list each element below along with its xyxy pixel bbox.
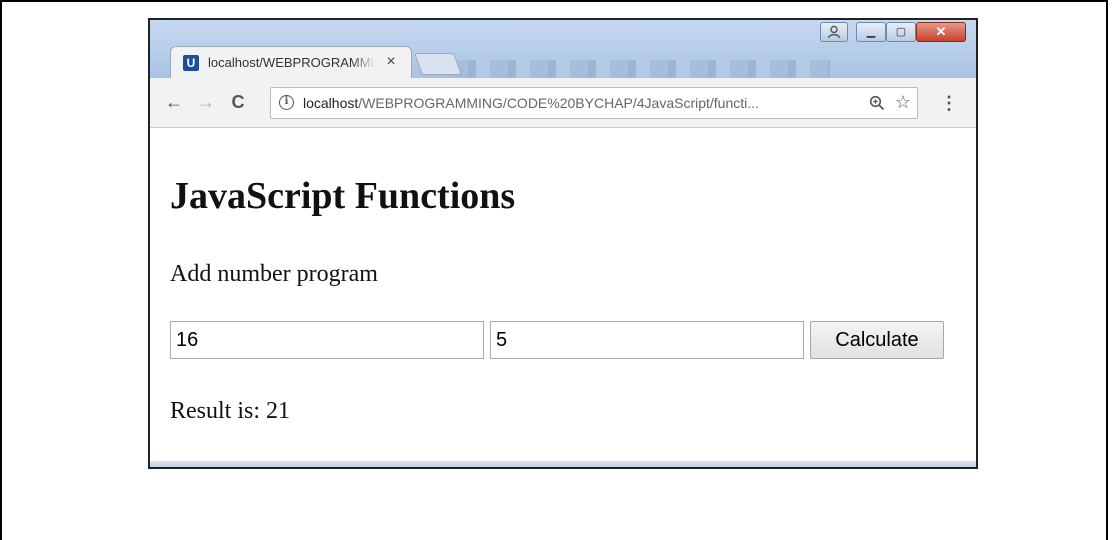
result-label: Result is: — [170, 398, 261, 424]
calculate-button[interactable]: Calculate — [810, 321, 944, 359]
browser-tab[interactable]: U localhost/WEBPROGRAMMING × — [170, 46, 412, 78]
favicon-icon: U — [183, 55, 199, 71]
minimize-icon[interactable]: ▁ — [856, 22, 886, 42]
title-bar: U localhost/WEBPROGRAMMING × ▁ ▢ ✕ — [150, 20, 976, 78]
forward-arrow-icon[interactable]: → — [196, 92, 216, 112]
back-arrow-icon[interactable]: ← — [164, 92, 184, 112]
reload-icon[interactable]: C — [228, 92, 248, 112]
star-icon[interactable]: ☆ — [893, 92, 913, 112]
page-title: JavaScript Functions — [170, 175, 516, 217]
page-content: JavaScript Functions Add number program … — [150, 128, 976, 467]
person-icon[interactable] — [820, 22, 848, 42]
second-number-input[interactable] — [490, 321, 804, 359]
taskbar-background — [450, 60, 830, 78]
menu-dots-icon[interactable]: ⋮ — [940, 92, 958, 114]
info-icon[interactable]: i — [279, 95, 294, 110]
url-host: localhost — [303, 95, 359, 111]
close-window-icon[interactable]: ✕ — [916, 22, 966, 42]
first-number-input[interactable] — [170, 321, 484, 359]
close-icon[interactable]: × — [383, 53, 399, 71]
zoom-icon[interactable] — [867, 93, 887, 113]
browser-toolbar: ← → C i localhost/WEBPROGRAMMING/CODE%20… — [150, 78, 976, 128]
window-bottom-border — [150, 461, 976, 467]
page-subtitle: Add number program — [170, 261, 378, 287]
maximize-icon[interactable]: ▢ — [886, 22, 916, 42]
browser-window: U localhost/WEBPROGRAMMING × ▁ ▢ ✕ ← → C… — [148, 18, 978, 469]
url-path: /WEBPROGRAMMING/CODE%20BYCHAP/4JavaScrip… — [358, 95, 759, 111]
tab-title: localhost/WEBPROGRAMMING — [208, 55, 376, 70]
result-value: 21 — [266, 398, 291, 424]
result-text: Result is: 21 — [170, 398, 290, 425]
url-text[interactable]: localhost/WEBPROGRAMMING/CODE%20BYCHAP/4… — [303, 95, 859, 113]
new-tab-button[interactable] — [413, 53, 463, 75]
address-bar[interactable]: i localhost/WEBPROGRAMMING/CODE%20BYCHAP… — [270, 87, 918, 119]
